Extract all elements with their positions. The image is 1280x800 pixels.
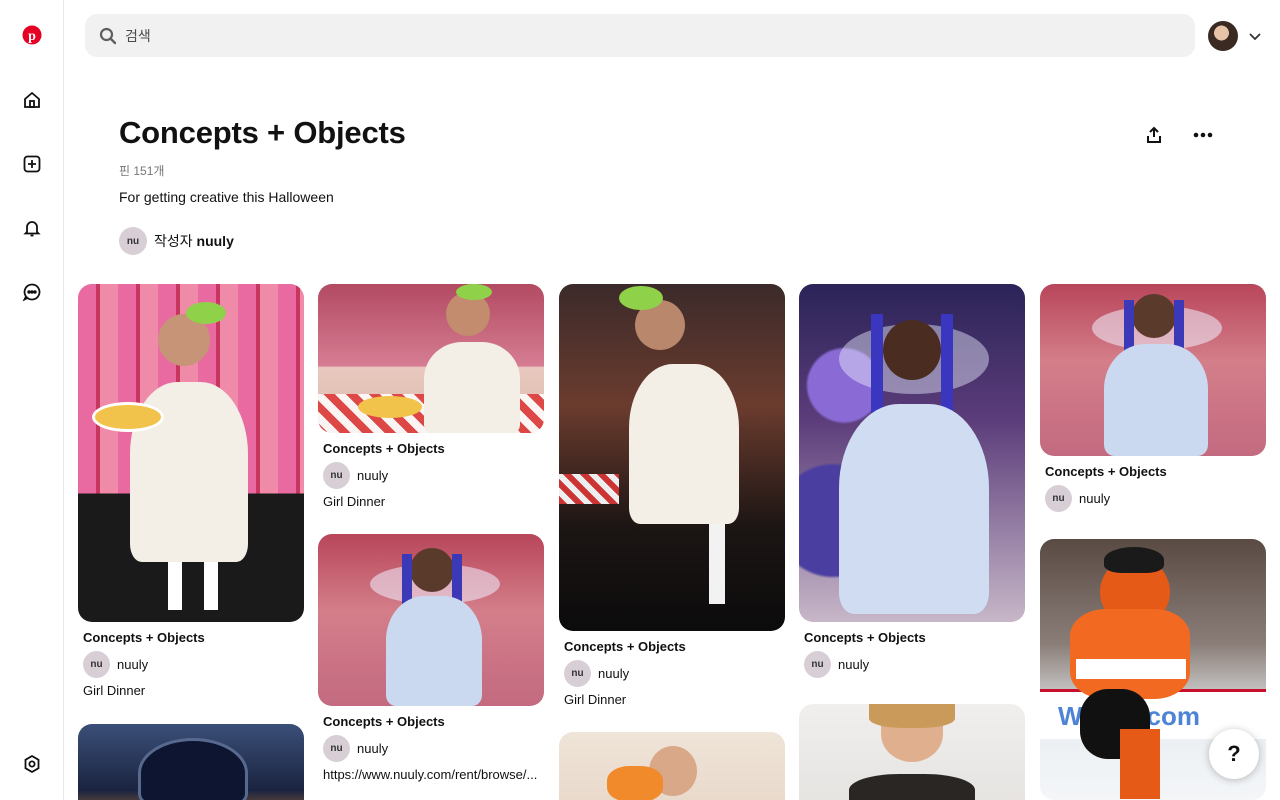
pin-owner[interactable]: nu nuuly	[83, 651, 304, 678]
board-description: For getting creative this Halloween	[119, 189, 334, 205]
creator-name[interactable]: nuuly	[197, 233, 234, 249]
owner-avatar[interactable]: nu	[1045, 485, 1072, 512]
creator-avatar[interactable]: nu	[119, 227, 147, 255]
pin-image[interactable]	[78, 284, 304, 622]
creator-label[interactable]: 작성자 nuuly	[154, 231, 234, 251]
pin-count: 핀 151개	[119, 164, 165, 178]
search-icon	[99, 27, 117, 44]
pin-board-name: Concepts + Objects	[564, 639, 686, 654]
pin-title[interactable]: Girl Dinner	[83, 683, 303, 698]
owner-name[interactable]: nuuly	[117, 657, 148, 672]
pin-board-name: Concepts + Objects	[1045, 464, 1167, 479]
owner-avatar[interactable]: nu	[323, 735, 350, 762]
help-button[interactable]: ?	[1209, 729, 1259, 779]
owner-name[interactable]: nuuly	[357, 741, 388, 756]
pin-card[interactable]: Concepts + Objects nu nuuly Girl Dinner	[78, 284, 304, 698]
pin-card[interactable]: Concepts + Objects nu nuuly Girl Dinner	[559, 284, 785, 707]
board-title: Concepts + Objects	[119, 115, 406, 150]
pin-owner[interactable]: nu nuuly	[804, 651, 1025, 678]
pin-card[interactable]	[559, 732, 785, 800]
create-icon[interactable]	[18, 150, 46, 178]
pin-board-name: Concepts + Objects	[83, 630, 205, 645]
pin-image[interactable]	[559, 732, 785, 800]
pin-image[interactable]	[318, 284, 544, 433]
share-icon	[1147, 126, 1161, 143]
pin-card[interactable]	[78, 724, 304, 800]
pin-card[interactable]: Concepts + Objects nu nuuly	[799, 284, 1025, 678]
creator-prefix: 작성자	[154, 233, 193, 249]
pin-card[interactable]: Concepts + Objects nu nuuly https://www.n…	[318, 534, 544, 782]
svg-text:p: p	[28, 29, 36, 44]
board-creator[interactable]: nu 작성자 nuuly	[119, 227, 234, 255]
pin-image[interactable]	[799, 284, 1025, 622]
pin-card[interactable]	[799, 704, 1025, 800]
pin-board-name: Concepts + Objects	[323, 714, 445, 729]
pin-image[interactable]	[559, 284, 785, 631]
chevron-down-icon[interactable]	[1247, 28, 1263, 44]
notifications-bell-icon[interactable]	[18, 214, 46, 242]
owner-avatar[interactable]: nu	[83, 651, 110, 678]
pin-owner[interactable]: nu nuuly	[323, 735, 544, 762]
search-input[interactable]	[125, 27, 1025, 44]
pin-image[interactable]	[78, 724, 304, 800]
pin-image[interactable]	[1040, 284, 1266, 456]
messages-icon[interactable]	[18, 278, 46, 306]
user-avatar[interactable]	[1208, 21, 1238, 51]
pin-owner[interactable]: nu nuuly	[323, 462, 544, 489]
pin-title[interactable]: Girl Dinner	[323, 494, 543, 509]
more-options-button[interactable]	[1190, 122, 1216, 148]
pin-board-name: Concepts + Objects	[323, 441, 445, 456]
pinterest-logo-icon[interactable]: p	[18, 21, 46, 49]
home-icon[interactable]	[18, 86, 46, 114]
pin-image[interactable]	[799, 704, 1025, 800]
pin-owner[interactable]: nu nuuly	[564, 660, 785, 687]
search-bar[interactable]	[85, 14, 1195, 57]
settings-gear-icon[interactable]	[18, 750, 46, 778]
owner-avatar[interactable]: nu	[564, 660, 591, 687]
pin-title[interactable]: https://www.nuuly.com/rent/browse/...	[323, 767, 543, 782]
pin-image[interactable]	[318, 534, 544, 706]
owner-name[interactable]: nuuly	[357, 468, 388, 483]
owner-avatar[interactable]: nu	[804, 651, 831, 678]
pin-board-name: Concepts + Objects	[804, 630, 926, 645]
owner-name[interactable]: nuuly	[1079, 491, 1110, 506]
pin-card[interactable]: Concepts + Objects nu nuuly	[1040, 284, 1266, 512]
more-dots-icon	[1193, 132, 1213, 138]
pin-owner[interactable]: nu nuuly	[1045, 485, 1266, 512]
pin-title[interactable]: Girl Dinner	[564, 692, 784, 707]
owner-avatar[interactable]: nu	[323, 462, 350, 489]
pin-card[interactable]: Concepts + Objects nu nuuly Girl Dinner	[318, 284, 544, 509]
share-button[interactable]	[1141, 122, 1167, 148]
owner-name[interactable]: nuuly	[598, 666, 629, 681]
left-sidebar: p	[0, 0, 64, 800]
owner-name[interactable]: nuuly	[838, 657, 869, 672]
